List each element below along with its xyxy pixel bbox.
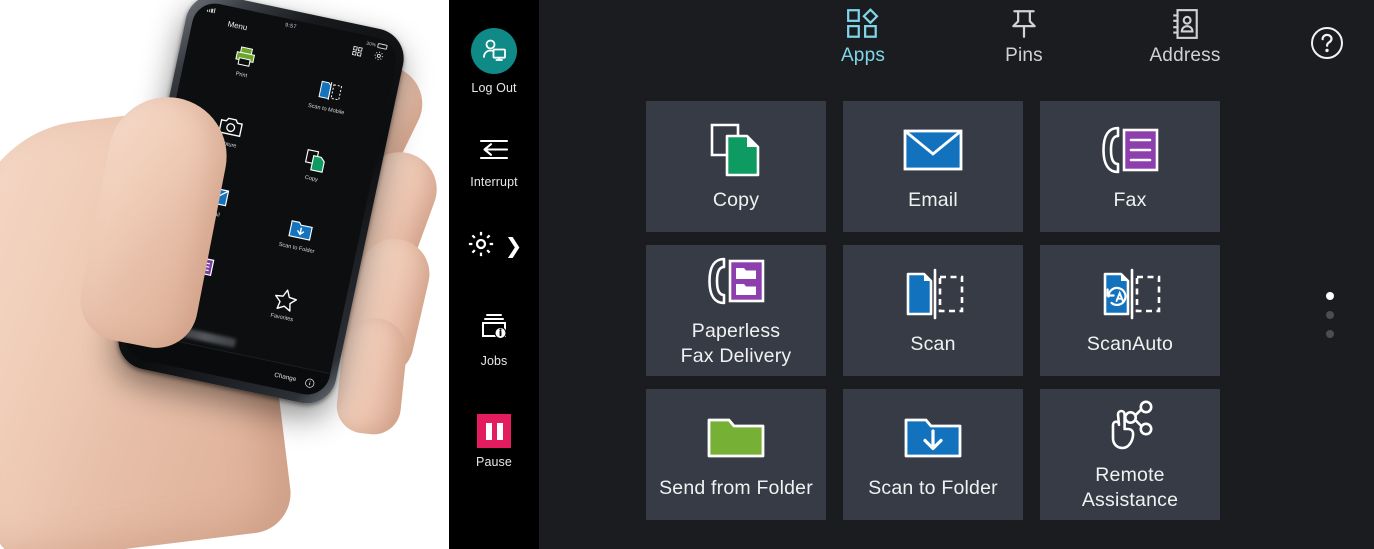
tile-remote-assistance[interactable]: RemoteAssistance <box>1040 389 1220 520</box>
page-dot[interactable] <box>1326 330 1334 338</box>
help-question-icon[interactable] <box>1310 26 1344 60</box>
tile-label: Scan <box>910 332 955 357</box>
copy-document-icon <box>705 121 767 179</box>
tab-label: Pins <box>1005 45 1043 67</box>
tab-apps[interactable]: Apps <box>793 8 933 67</box>
tile-label: Email <box>908 188 958 213</box>
user-monitor-icon <box>471 28 517 74</box>
copy-document-icon <box>300 143 331 178</box>
phone-menu-title: Menu <box>227 19 248 32</box>
tile-label: RemoteAssistance <box>1082 463 1178 512</box>
chevron-right-icon[interactable]: ❯ <box>505 236 523 257</box>
tile-send-from-folder[interactable]: Send from Folder <box>646 389 826 520</box>
tab-label: Apps <box>841 45 885 67</box>
tile-copy[interactable]: Copy <box>646 101 826 232</box>
phone-menu-item-scan-to-mobile[interactable]: Scan to Mobile <box>279 67 377 135</box>
sidebar-item-settings[interactable]: ❯ <box>449 229 539 264</box>
sidebar-label: Log Out <box>471 81 516 95</box>
pushpin-icon <box>1007 8 1041 40</box>
tab-pins[interactable]: Pins <box>954 8 1094 67</box>
folder-down-icon <box>285 213 316 248</box>
scan-auto-icon <box>1095 265 1165 323</box>
tile-email[interactable]: Email <box>843 101 1023 232</box>
apps-grid-icon[interactable] <box>351 45 364 58</box>
phone-menu-label: Print <box>235 71 248 79</box>
info-icon[interactable] <box>304 377 316 389</box>
tab-address[interactable]: Address <box>1115 8 1255 67</box>
apps-grid-icon <box>845 8 881 40</box>
phone-change-button[interactable]: Change <box>274 372 297 384</box>
printer-control-panel: Log Out Interrupt <box>449 0 1374 549</box>
fax-handset-icon <box>1098 121 1162 179</box>
star-icon <box>271 282 301 316</box>
folder-down-icon <box>902 409 964 467</box>
tile-fax[interactable]: Fax <box>1040 101 1220 232</box>
sidebar-label: Pause <box>476 455 512 469</box>
sidebar-label: Interrupt <box>470 175 517 189</box>
page-dot[interactable] <box>1326 292 1334 300</box>
phone-in-hand-photo: 9:57 30% Menu <box>0 0 449 549</box>
tile-label: Fax <box>1113 188 1146 213</box>
folder-icon <box>705 409 767 467</box>
fax-folder-icon <box>704 252 768 310</box>
printer-icon <box>230 39 260 73</box>
phone-menu-label: Copy <box>304 175 318 184</box>
tile-label: Copy <box>713 188 759 213</box>
tile-label: Scan to Folder <box>868 476 998 501</box>
sidebar-item-log-out[interactable]: Log Out <box>449 28 539 95</box>
tab-label: Address <box>1149 45 1220 67</box>
scan-mobile-icon <box>314 74 346 109</box>
interrupt-arrow-icon <box>477 137 511 168</box>
hand-share-icon <box>1099 396 1161 454</box>
phone-menu-item-scan-to-folder[interactable]: Scan to Folder <box>249 206 347 274</box>
phone-menu-item-copy[interactable]: Copy <box>264 136 362 204</box>
panel-top-nav: Apps Pins <box>539 0 1374 86</box>
tile-scan[interactable]: Scan <box>843 245 1023 376</box>
sidebar-item-pause[interactable]: Pause <box>449 414 539 469</box>
page-indicator-dots <box>1326 292 1334 338</box>
phone-menu-item-favorites[interactable]: Favorites <box>234 275 332 343</box>
screenshot-root: 9:57 30% Menu <box>0 0 1374 549</box>
tile-label: ScanAuto <box>1087 332 1173 357</box>
tile-paperless-fax-delivery[interactable]: PaperlessFax Delivery <box>646 245 826 376</box>
gear-icon[interactable] <box>372 49 385 62</box>
panel-sidebar: Log Out Interrupt <box>449 0 539 549</box>
tile-label: Send from Folder <box>659 476 813 501</box>
envelope-icon <box>902 121 964 179</box>
address-book-icon <box>1169 8 1201 40</box>
scan-document-icon <box>898 265 968 323</box>
tile-scanauto[interactable]: ScanAuto <box>1040 245 1220 376</box>
sidebar-item-jobs[interactable]: Jobs <box>449 312 539 368</box>
sidebar-label: Jobs <box>481 354 508 368</box>
gear-icon <box>466 229 496 264</box>
sidebar-item-interrupt[interactable]: Interrupt <box>449 137 539 189</box>
tile-scan-to-folder[interactable]: Scan to Folder <box>843 389 1023 520</box>
page-dot[interactable] <box>1326 311 1334 319</box>
jobs-stack-info-icon <box>478 312 510 347</box>
pause-icon <box>477 414 511 448</box>
apps-tile-grid: Copy Email <box>646 101 1220 520</box>
tile-label: PaperlessFax Delivery <box>681 319 792 368</box>
